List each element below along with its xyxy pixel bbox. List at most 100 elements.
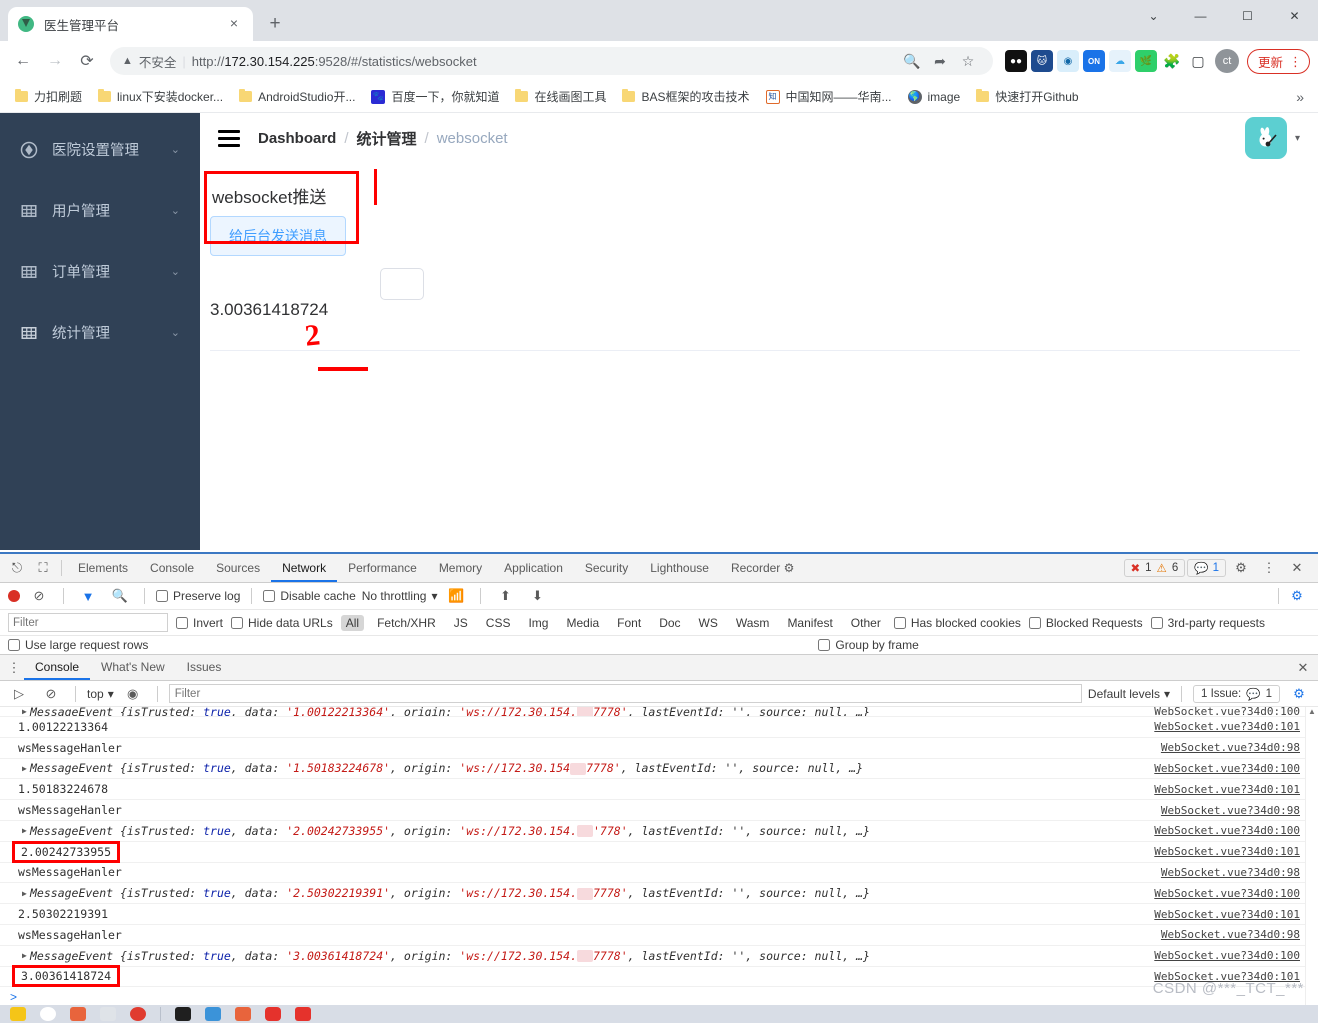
- blocked-requests-input[interactable]: [1028, 616, 1041, 629]
- minimize-button[interactable]: —: [1177, 0, 1224, 32]
- filter-type-all[interactable]: All: [340, 614, 365, 631]
- sidebar-item-user-management[interactable]: 用户管理 ⌄: [0, 180, 200, 241]
- scroll-up-icon[interactable]: ▲: [1306, 707, 1318, 716]
- log-row-highlighted[interactable]: 2.00242733955 WebSocket.vue?34d0:101: [0, 840, 1318, 863]
- bookmarks-overflow-icon[interactable]: »: [1290, 89, 1310, 105]
- hide-data-urls-checkbox[interactable]: Hide data URLs: [231, 616, 333, 630]
- preserve-log-checkbox[interactable]: Preserve log: [156, 589, 240, 603]
- drawer-kebab-icon[interactable]: ⋮: [4, 661, 24, 674]
- source-link[interactable]: WebSocket.vue?34d0:101: [1154, 845, 1300, 858]
- green-leaf-icon[interactable]: 🌿: [1134, 50, 1157, 72]
- close-window-button[interactable]: ✕: [1271, 0, 1318, 32]
- close-icon[interactable]: ×: [225, 15, 243, 33]
- log-levels-select[interactable]: Default levels ▾: [1088, 687, 1170, 701]
- network-conditions-icon[interactable]: 📶: [443, 583, 469, 609]
- source-link[interactable]: WebSocket.vue?34d0:98: [1161, 741, 1300, 754]
- log-row[interactable]: 1.00122213364 WebSocket.vue?34d0:101: [0, 717, 1318, 738]
- group-by-frame-input[interactable]: [818, 639, 831, 651]
- tab-application[interactable]: Application: [493, 554, 574, 582]
- sidebar-item-hospital-settings[interactable]: 医院设置管理 ⌄: [0, 119, 200, 180]
- filter-type-ws[interactable]: WS: [694, 615, 723, 631]
- export-har-icon[interactable]: ⬇: [524, 583, 550, 609]
- filter-type-css[interactable]: CSS: [481, 615, 516, 631]
- drawer-tab-whats-new[interactable]: What's New: [90, 655, 176, 680]
- network-filter-input[interactable]: [8, 613, 168, 632]
- tab-search-icon[interactable]: ⌄: [1130, 0, 1177, 32]
- send-message-button[interactable]: 给后台发送消息: [210, 216, 346, 256]
- execution-context-select[interactable]: top ▾: [87, 687, 114, 701]
- taskbar-icon[interactable]: [130, 1007, 146, 1021]
- expand-arrow-icon[interactable]: ▶: [22, 826, 27, 835]
- source-link[interactable]: WebSocket.vue?34d0:100: [1154, 824, 1300, 837]
- taskbar-icon[interactable]: [70, 1007, 86, 1021]
- back-icon[interactable]: ←: [8, 46, 38, 76]
- puzzle-icon[interactable]: 🧩: [1161, 50, 1183, 72]
- preserve-log-input[interactable]: [156, 590, 168, 602]
- log-row[interactable]: ▶ MessageEvent {isTrusted: true, data: '…: [0, 707, 1318, 717]
- new-tab-button[interactable]: +: [261, 10, 289, 38]
- throttling-select[interactable]: No throttling ▾: [362, 589, 438, 603]
- tab-network[interactable]: Network: [271, 554, 338, 582]
- source-link[interactable]: WebSocket.vue?34d0:101: [1154, 970, 1300, 983]
- close-icon[interactable]: ✕: [1284, 555, 1310, 581]
- address-bar[interactable]: ▲ 不安全 | http://172.30.154.225:9528/#/sta…: [110, 47, 993, 75]
- tab-security[interactable]: Security: [574, 554, 639, 582]
- bookmark-star-icon[interactable]: ☆: [955, 48, 981, 74]
- bookmark-item[interactable]: AndroidStudio开...: [232, 85, 362, 108]
- log-row[interactable]: wsMessageHanler WebSocket.vue?34d0:98: [0, 863, 1318, 884]
- taskbar-icon[interactable]: [265, 1007, 281, 1021]
- chevron-down-icon[interactable]: ▾: [1295, 133, 1300, 144]
- zoom-icon[interactable]: 🔍: [899, 48, 925, 74]
- sidebar-item-order-management[interactable]: 订单管理 ⌄: [0, 241, 200, 302]
- console-scrollbar[interactable]: ▲: [1305, 707, 1318, 1023]
- gear-icon[interactable]: ⚙: [1228, 555, 1254, 581]
- clear-icon[interactable]: ⊘: [26, 583, 52, 609]
- filter-type-fetch-xhr[interactable]: Fetch/XHR: [372, 615, 441, 631]
- kebab-icon[interactable]: ⋮: [1289, 55, 1302, 68]
- source-link[interactable]: WebSocket.vue?34d0:100: [1154, 707, 1300, 716]
- taskbar-icon[interactable]: [100, 1007, 116, 1021]
- bookmark-item[interactable]: 🌎 image: [901, 87, 968, 107]
- blue-circle-icon[interactable]: ◉: [1056, 50, 1079, 72]
- taskbar-icon[interactable]: [205, 1007, 221, 1021]
- bookmark-item[interactable]: 快速打开Github: [969, 85, 1085, 108]
- issues-badge[interactable]: 1 Issue: 💬 1: [1192, 684, 1280, 703]
- eyes-icon[interactable]: ●●: [1004, 50, 1027, 72]
- browser-tab[interactable]: 医生管理平台 ×: [8, 7, 253, 41]
- rabbit-avatar-icon[interactable]: [1244, 117, 1287, 159]
- console-filter-input[interactable]: [168, 684, 1082, 703]
- source-link[interactable]: WebSocket.vue?34d0:98: [1161, 804, 1300, 817]
- invert-checkbox[interactable]: Invert: [176, 616, 223, 630]
- taskbar-icon[interactable]: [10, 1007, 26, 1021]
- source-link[interactable]: WebSocket.vue?34d0:100: [1154, 949, 1300, 962]
- log-row[interactable]: ▶ MessageEvent {isTrusted: true, data: '…: [0, 883, 1318, 905]
- has-blocked-cookies-checkbox[interactable]: Has blocked cookies: [893, 616, 1021, 630]
- source-link[interactable]: WebSocket.vue?34d0:100: [1154, 887, 1300, 900]
- console-settings-gear-icon[interactable]: ⚙: [1286, 681, 1312, 707]
- sidepanel-icon[interactable]: ▢: [1187, 50, 1209, 72]
- clear-console-icon[interactable]: ⊘: [38, 681, 64, 707]
- disable-cache-input[interactable]: [263, 590, 276, 602]
- taskbar-icon[interactable]: [295, 1007, 311, 1021]
- message-count-badge[interactable]: 💬 1: [1187, 559, 1226, 577]
- log-row[interactable]: ▶ MessageEvent {isTrusted: true, data: '…: [0, 759, 1318, 780]
- record-icon[interactable]: [8, 590, 20, 602]
- tab-memory[interactable]: Memory: [428, 554, 493, 582]
- bookmark-item[interactable]: 力扣刷题: [8, 85, 89, 108]
- console-sidebar-icon[interactable]: ▷: [6, 681, 32, 707]
- menu-icon[interactable]: [218, 126, 240, 151]
- source-link[interactable]: WebSocket.vue?34d0:100: [1154, 762, 1300, 775]
- taskbar-icon[interactable]: [175, 1007, 191, 1021]
- breadcrumb-dashboard[interactable]: Dashboard: [258, 130, 336, 147]
- hide-data-urls-input[interactable]: [231, 616, 244, 629]
- github-cat-icon[interactable]: 🐱: [1030, 50, 1053, 72]
- kebab-icon[interactable]: ⋮: [1256, 555, 1282, 581]
- filter-type-other[interactable]: Other: [846, 615, 886, 631]
- bookmark-item[interactable]: 在线画图工具: [508, 85, 613, 108]
- device-toolbar-icon[interactable]: ⛶: [30, 555, 56, 581]
- maximize-button[interactable]: ☐: [1224, 0, 1271, 32]
- issue-counts[interactable]: ✖ 1 ⚠ 6: [1123, 559, 1186, 577]
- bookmark-item[interactable]: 知中国知网——华南...: [759, 85, 899, 108]
- log-row[interactable]: wsMessageHanler WebSocket.vue?34d0:98: [0, 925, 1318, 946]
- third-party-input[interactable]: [1150, 616, 1163, 629]
